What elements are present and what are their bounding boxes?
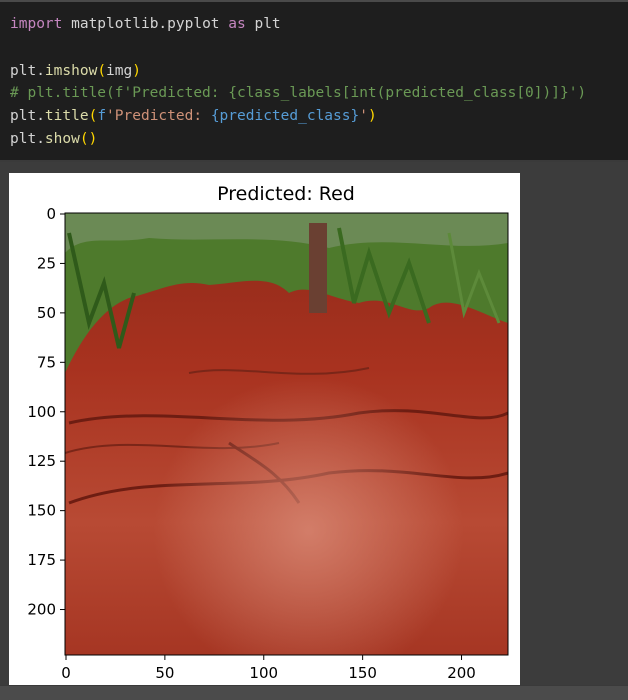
y-axis: 0 25 50 75 100 125 150 175 200	[27, 205, 65, 619]
code-cell[interactable]: import matplotlib.pyplot as plt plt.imsh…	[0, 2, 628, 160]
y-tick-label: 25	[37, 254, 56, 272]
plot-svg: Predicted: Red 0 25 50 75 100 125 150 175 200 0 5…	[27, 183, 509, 682]
y-tick-label: 150	[27, 502, 56, 520]
y-tick-label: 200	[27, 601, 56, 619]
x-axis: 0 50 100 150 200	[61, 655, 476, 682]
bottom-scrollbar-area[interactable]	[0, 686, 628, 700]
x-tick-label: 200	[447, 664, 476, 682]
y-tick-label: 75	[37, 353, 56, 371]
y-tick-label: 0	[46, 205, 56, 223]
x-tick-label: 0	[61, 664, 71, 682]
code-line-3-comment: # plt.title(f'Predicted: {class_labels[i…	[10, 85, 587, 101]
y-tick-label: 175	[27, 551, 56, 569]
y-tick-label: 50	[37, 304, 56, 322]
plot-figure: Predicted: Red 0 25 50 75 100 125 150 175 200 0 5…	[9, 173, 520, 685]
x-tick-label: 150	[348, 664, 377, 682]
y-tick-label: 125	[27, 452, 56, 470]
cell-output: Predicted: Red 0 25 50 75 100 125 150 175 200 0 5…	[0, 162, 628, 685]
displayed-image	[65, 213, 508, 655]
code-line-1: import matplotlib.pyplot as plt	[10, 16, 281, 32]
code-line-5: plt.show()	[10, 131, 98, 147]
x-tick-label: 100	[249, 664, 278, 682]
plot-title: Predicted: Red	[217, 183, 355, 205]
code-line-2: plt.imshow(img)	[10, 63, 141, 79]
x-tick-label: 50	[155, 664, 174, 682]
y-tick-label: 100	[27, 403, 56, 421]
code-line-4: plt.title(f'Predicted: {predicted_class}…	[10, 108, 377, 124]
